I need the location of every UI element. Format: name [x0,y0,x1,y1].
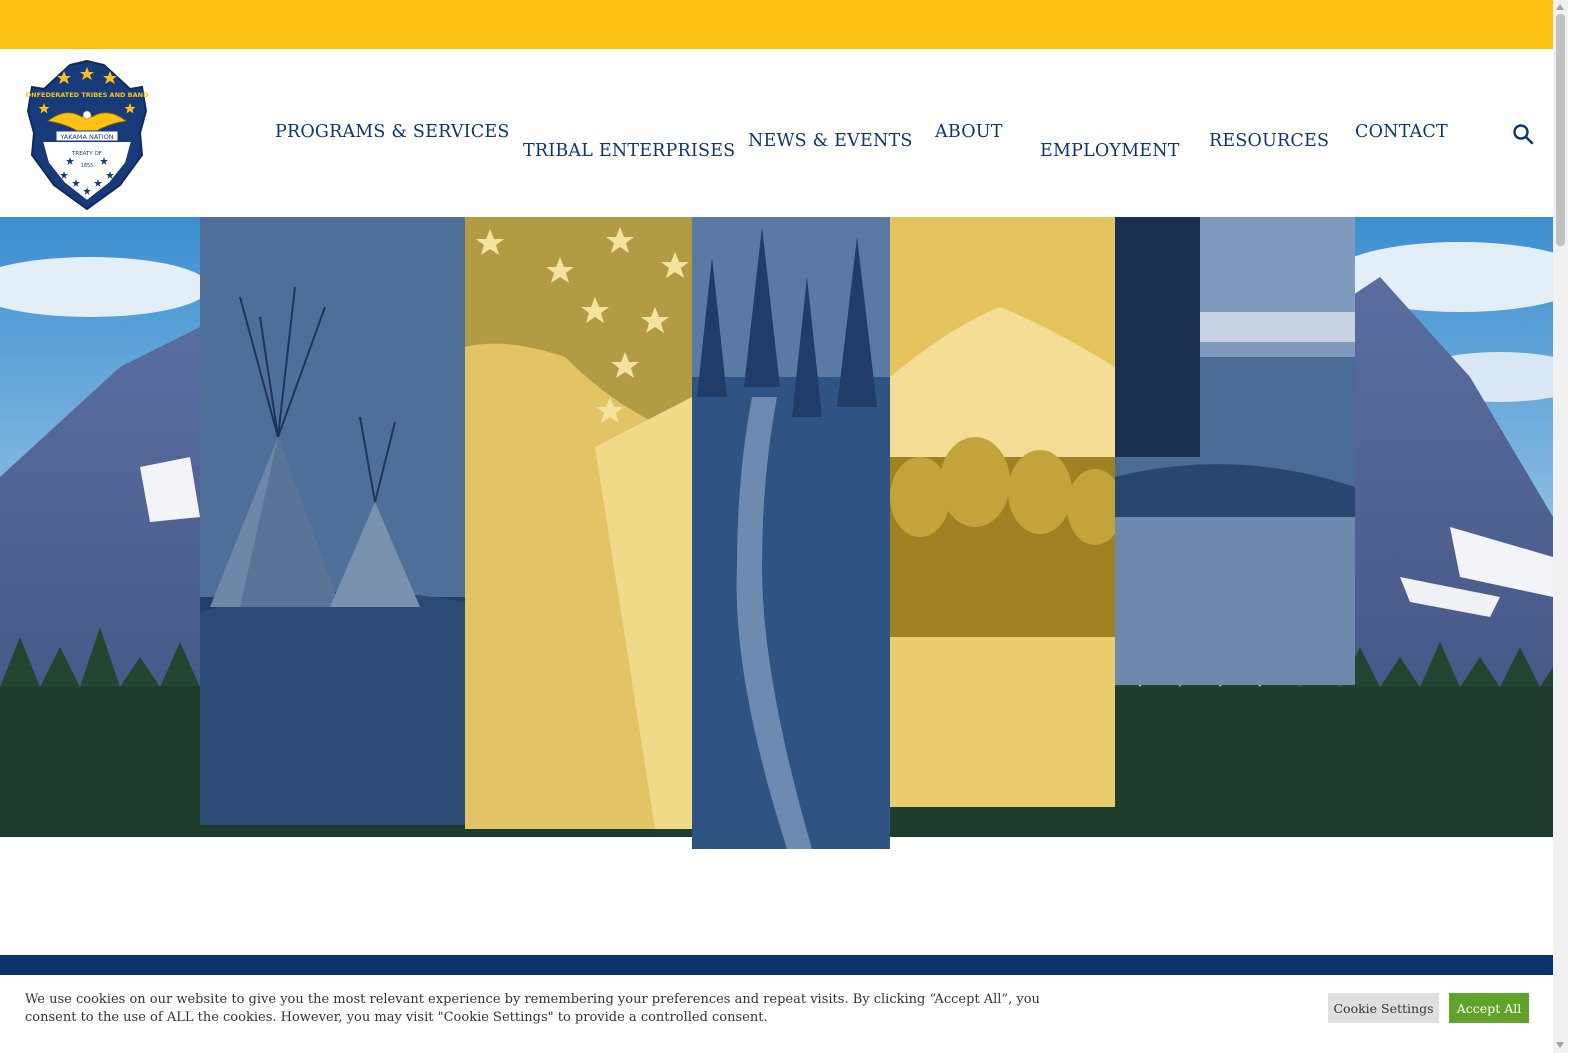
teepee-image [200,217,465,825]
scroll-up-icon[interactable] [1556,4,1564,10]
site-logo[interactable]: CONFEDERATED TRIBES AND BANDS YAKAMA NAT… [21,59,153,211]
search-icon [1513,124,1534,145]
forest-trail-image [692,217,890,849]
footer-band [0,955,1553,975]
hero-panel-teepees [200,217,465,825]
hero-panel-trail [692,217,890,849]
search-button[interactable] [1511,122,1535,146]
top-announcement-bar [0,0,1553,49]
nav-tribal-enterprises[interactable]: TRIBAL ENTERPRISES [523,141,735,161]
nav-programs-services[interactable]: PROGRAMS & SERVICES [275,122,510,142]
accept-all-button[interactable]: Accept All [1449,993,1529,1023]
svg-text:1855: 1855 [81,163,94,169]
cookie-settings-button[interactable]: Cookie Settings [1328,993,1439,1023]
yakama-nation-seal-icon: CONFEDERATED TRIBES AND BANDS YAKAMA NAT… [21,59,153,211]
cookie-consent-banner: We use cookies on our website to give yo… [0,975,1553,1053]
hero-panel-dam [1115,217,1355,685]
scroll-down-icon[interactable] [1556,1042,1564,1048]
nav-contact[interactable]: CONTACT [1355,122,1448,142]
mountain-meadow-image [890,217,1115,807]
nav-news-events[interactable]: NEWS & EVENTS [748,131,913,151]
page-scrollbar[interactable] [1553,0,1568,1053]
nav-about[interactable]: ABOUT [935,122,1003,142]
nav-employment[interactable]: EMPLOYMENT [1040,141,1180,161]
cookie-message: We use cookies on our website to give yo… [25,992,1040,1025]
scroll-thumb[interactable] [1556,14,1565,246]
nav-resources[interactable]: RESOURCES [1209,131,1329,151]
flag-image [465,217,692,829]
svg-text:TREATY OF: TREATY OF [71,151,102,157]
svg-text:YAKAMA NATION: YAKAMA NATION [59,133,113,141]
svg-text:CONFEDERATED TRIBES AND BANDS: CONFEDERATED TRIBES AND BANDS [26,91,148,99]
hero-panel-flag [465,217,692,829]
hero-panel-meadow [890,217,1115,807]
dam-barn-image [1115,217,1355,685]
